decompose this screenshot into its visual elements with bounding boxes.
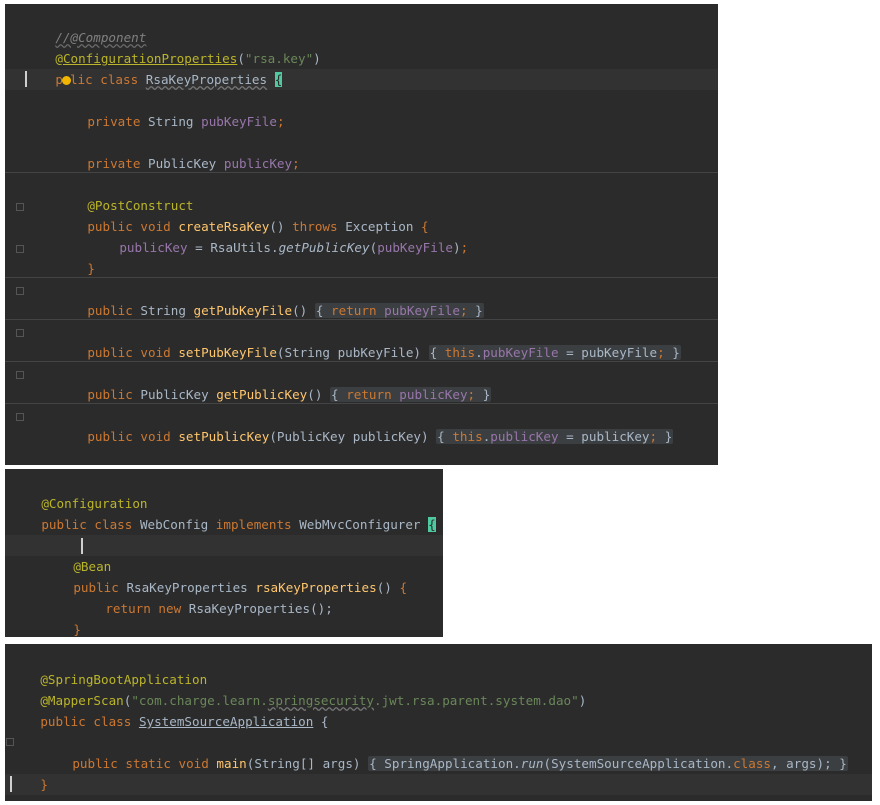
code-line[interactable]: } xyxy=(5,598,443,637)
code-line[interactable]: public class WebConfig implements WebMvc… xyxy=(5,493,443,532)
code-line[interactable]: public void createRsaKey() throws Except… xyxy=(5,195,718,234)
method-name: setPublicKey xyxy=(178,429,270,444)
field-name: pubKeyFile xyxy=(482,345,559,360)
code-line[interactable]: private PublicKey publicKey; xyxy=(5,132,718,171)
code-line[interactable]: } xyxy=(5,617,443,637)
code-line[interactable]: @Configuration xyxy=(5,472,443,511)
field-name: publicKey xyxy=(223,156,293,171)
code-line[interactable]: //@Component xyxy=(5,6,718,45)
method-name: getPubKeyFile xyxy=(193,303,293,318)
keyword: implements xyxy=(215,517,292,532)
code-line[interactable]: } xyxy=(5,237,718,276)
code-panel-web-config: @Configuration public class WebConfig im… xyxy=(5,469,443,637)
code-line[interactable]: return new RsaKeyProperties(); xyxy=(5,577,443,616)
field-name: pubKeyFile xyxy=(201,114,277,129)
keyword: public class xyxy=(40,714,132,729)
code-line[interactable]: @MapperScan("com.charge.learn.springsecu… xyxy=(5,669,872,708)
keyword: this xyxy=(444,345,476,360)
field-name: pubKeyFile xyxy=(384,303,460,318)
code-line[interactable]: public static void main(String[] args) {… xyxy=(5,732,872,771)
text-caret xyxy=(81,538,83,554)
folded-block[interactable]: { return publicKey; } xyxy=(330,387,492,402)
current-line-highlight xyxy=(5,774,872,795)
method-separator xyxy=(5,277,718,278)
field-name: publicKey xyxy=(490,429,559,444)
keyword: private xyxy=(87,156,141,171)
code-line[interactable]: @SpringBootApplication xyxy=(5,648,872,687)
code-line[interactable]: private String pubKeyFile; xyxy=(5,90,718,129)
field-name: publicKey xyxy=(399,387,468,402)
folded-block[interactable]: { this.pubKeyFile = pubKeyFile; } xyxy=(428,345,681,360)
code-line[interactable]: public String getPubKeyFile() { return p… xyxy=(5,279,718,318)
keyword: public class xyxy=(41,517,133,532)
class-name: WebConfig xyxy=(139,517,209,532)
method-name: getPublicKey xyxy=(216,387,308,402)
method-name: setPubKeyFile xyxy=(178,345,277,360)
code-line[interactable]: public RsaKeyProperties rsaKeyProperties… xyxy=(5,556,443,595)
keyword: private xyxy=(87,114,141,129)
code-line[interactable]: p lic class RsaKeyProperties { xyxy=(5,48,718,87)
type-name: String xyxy=(148,114,194,129)
code-line[interactable]: @Bean xyxy=(5,535,443,574)
code-line[interactable]: public class SystemSourceApplication { xyxy=(5,690,872,729)
text-caret xyxy=(25,71,27,87)
code-line[interactable]: public PublicKey getPublicKey() { return… xyxy=(5,363,718,402)
class-name: RsaKeyProperties xyxy=(145,72,268,87)
code-line[interactable]: public void setPublicKey(PublicKey publi… xyxy=(5,405,718,444)
code-line[interactable]: @PostConstruct xyxy=(5,174,718,213)
code-line[interactable]: publicKey = RsaUtils.getPublicKey(pubKey… xyxy=(5,216,718,255)
code-line[interactable]: @ConfigurationProperties("rsa.key") xyxy=(5,27,718,66)
keyword: this xyxy=(452,429,483,444)
folded-block[interactable]: { return pubKeyFile; } xyxy=(314,303,484,318)
brace-match: { xyxy=(274,72,283,87)
code-panel-system-source-application: @SpringBootApplication @MapperScan("com.… xyxy=(5,644,872,801)
type-name: WebMvcConfigurer xyxy=(299,517,421,532)
keyword: return xyxy=(331,303,377,318)
brace-match: { xyxy=(428,517,436,532)
folded-block[interactable]: { this.publicKey = publicKey; } xyxy=(436,429,674,444)
code-line[interactable]: } xyxy=(5,753,872,792)
keyword: lic class xyxy=(69,72,139,87)
code-line[interactable]: public void setPubKeyFile(String pubKeyF… xyxy=(5,321,718,360)
type-name: PublicKey xyxy=(148,156,217,171)
text-caret xyxy=(10,776,12,792)
code-line[interactable]: } xyxy=(5,445,718,465)
code-panel-rsa-key-properties: //@Component @ConfigurationProperties("r… xyxy=(5,4,718,465)
keyword: return xyxy=(346,387,392,402)
class-name: SystemSourceApplication xyxy=(138,714,314,729)
